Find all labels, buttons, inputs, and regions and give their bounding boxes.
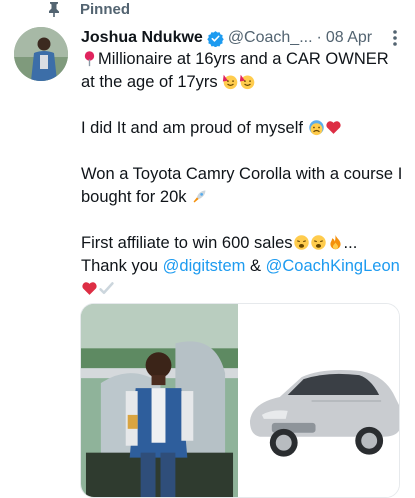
crying-face-emoji-icon (308, 120, 324, 136)
person-photo (81, 304, 238, 497)
media-photo-car[interactable] (242, 304, 399, 497)
red-heart-emoji-icon (325, 121, 341, 134)
weary-face-emoji-icon (310, 235, 326, 250)
media-photo-person[interactable] (81, 304, 238, 497)
thank-you-text: Thank you (81, 257, 159, 275)
tweet-media[interactable] (80, 303, 400, 498)
car-photo (242, 304, 399, 497)
tweet-line-4-text: First affiliate to win 600 sales (81, 234, 293, 252)
mention-link-digitstem[interactable]: @digitstem (163, 257, 246, 275)
tweet-line-3: Won a Toyota Camry Corolla with a course… (81, 163, 406, 209)
tweet-line-5: Thank you @digitstem & @CoachKingLeon (81, 255, 406, 278)
avatar-photo (14, 27, 68, 81)
tweet-line-4: First affiliate to win 600 sales ... (81, 232, 406, 255)
pinned-label: Pinned (80, 0, 131, 18)
fire-emoji-icon (329, 234, 341, 250)
tweet-line-2-text: I did It and am proud of myself (81, 119, 303, 137)
round-pushpin-emoji-icon (84, 51, 95, 67)
rocket-emoji-icon (193, 190, 206, 203)
tweet-date[interactable]: 08 Apr (326, 29, 372, 47)
check-mark-emoji-icon (99, 282, 114, 295)
verified-badge-icon (207, 30, 224, 47)
tweet-line-6 (81, 278, 406, 301)
tweet-line-1: Millionaire at 16yrs and a CAR OWNER at … (81, 48, 406, 94)
mention-link-coachkingleon[interactable]: @CoachKingLeon (266, 257, 400, 275)
tweet-line-4-tail: ... (343, 234, 358, 252)
avatar[interactable] (14, 27, 68, 81)
separator-dot: · (316, 29, 322, 46)
ampersand-text: & (250, 257, 262, 275)
tweet-line-3-text: Won a Toyota Camry Corolla with a course… (81, 165, 403, 206)
author-handle[interactable]: @Coach_... (228, 29, 313, 47)
author-name[interactable]: Joshua Ndukwe (81, 29, 203, 47)
pin-icon (49, 2, 59, 17)
pinned-indicator: Pinned (46, 0, 130, 18)
tweet-text: Millionaire at 16yrs and a CAR OWNER at … (81, 48, 406, 301)
tweet-header: Joshua Ndukwe @Coach_... · 08 Apr (81, 26, 405, 50)
more-vertical-icon[interactable] (385, 28, 405, 48)
weary-face-emoji-icon (293, 235, 309, 250)
partying-face-emoji-icon (223, 74, 238, 90)
tweet-line-2: I did It and am proud of myself (81, 117, 406, 140)
red-heart-emoji-icon (82, 282, 97, 295)
partying-face-emoji-icon (240, 74, 255, 90)
